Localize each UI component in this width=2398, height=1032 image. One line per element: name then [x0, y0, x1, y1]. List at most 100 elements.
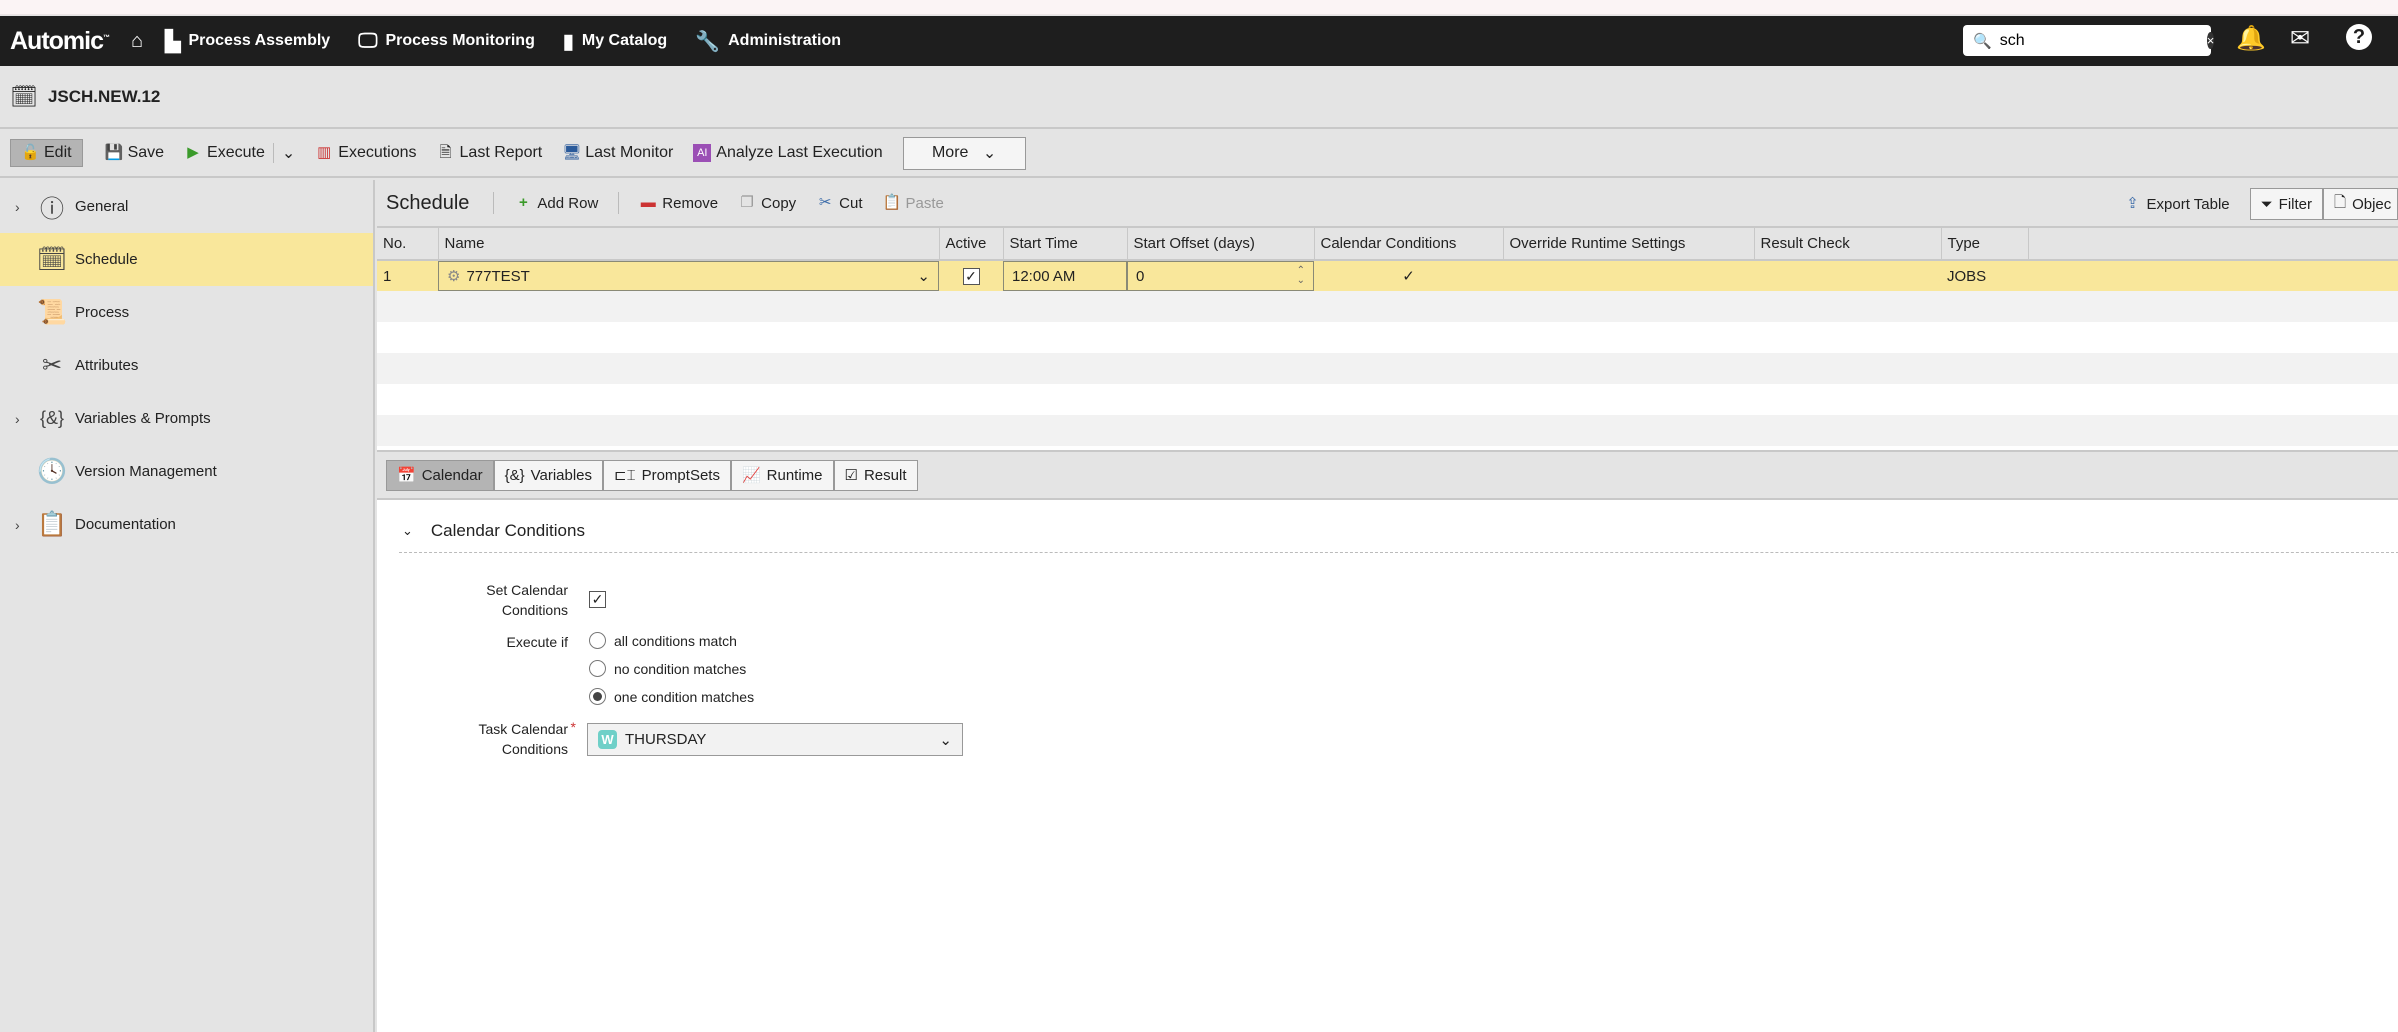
paste-icon: 📋: [882, 194, 902, 211]
monitor-icon: 🖵: [358, 29, 378, 52]
col-no[interactable]: No.: [377, 228, 439, 261]
tab-promptsets[interactable]: ⊏⌶ PromptSets: [603, 459, 731, 491]
section-title: Schedule: [386, 191, 470, 214]
tab-calendar[interactable]: 📅 Calendar: [386, 459, 494, 491]
radio-no-condition[interactable]: no condition matches: [589, 660, 746, 677]
tab-variables[interactable]: {&} Variables: [493, 459, 604, 491]
clipboard-icon: 📋: [37, 511, 67, 538]
cut-button[interactable]: ✂ Cut: [816, 194, 863, 212]
sidebar-item-schedule[interactable]: 🗓 Schedule: [0, 233, 373, 286]
nav-my-catalog[interactable]: ▮ My Catalog: [563, 29, 667, 54]
start-offset-stepper[interactable]: 0 ⌃ ⌄: [1127, 261, 1314, 291]
active-checkbox[interactable]: ✓: [962, 267, 980, 285]
analyze-button[interactable]: AI Analyze Last Execution: [693, 144, 883, 162]
copy-button[interactable]: ❐ Copy: [738, 194, 796, 212]
add-row-button[interactable]: + Add Row: [514, 194, 598, 212]
search-icon: 🔍: [1973, 32, 1992, 50]
help-icon[interactable]: ?: [2346, 24, 2372, 50]
checkbox-icon: ☑: [844, 467, 858, 484]
paste-button[interactable]: 📋 Paste: [883, 194, 944, 212]
edit-button[interactable]: 🔓 Edit: [10, 139, 83, 167]
home-icon[interactable]: ⌂: [131, 30, 143, 53]
start-time-input[interactable]: 12:00 AM: [1003, 261, 1127, 291]
execute-button[interactable]: ▶ Execute: [184, 144, 265, 162]
label: Remove: [662, 194, 719, 212]
unlock-icon: 🔓: [21, 144, 40, 161]
cell-no: 1: [377, 260, 438, 291]
sidebar-item-attributes[interactable]: ✂ Attributes: [0, 339, 373, 392]
minus-icon: ▬: [640, 194, 656, 211]
label: Schedule: [75, 251, 138, 268]
col-start-time[interactable]: Start Time: [1003, 228, 1128, 261]
nav-process-assembly[interactable]: ▙ Process Assembly: [165, 29, 330, 54]
tools-icon: ✂: [41, 352, 63, 379]
funnel-icon: ⏷: [2260, 195, 2273, 213]
search-input[interactable]: [1999, 31, 2207, 50]
mail-icon[interactable]: ✉: [2290, 24, 2310, 53]
schedule-toolbar: Schedule + Add Row ▬ Remove ❐ Copy ✂ Cut 📋 Pa…: [377, 180, 2398, 228]
value: 0: [1136, 267, 1145, 285]
empty-row: [377, 322, 2398, 353]
sidebar-item-general[interactable]: › ⓘ General: [0, 180, 373, 233]
col-start-offset[interactable]: Start Offset (days): [1127, 228, 1315, 261]
remove-button[interactable]: ▬ Remove: [639, 194, 718, 212]
promptset-icon: ⊏⌶: [614, 467, 636, 484]
empty-row: [377, 384, 2398, 415]
stepper-arrows-icon[interactable]: ⌃ ⌄: [1297, 266, 1305, 286]
label: General: [75, 198, 129, 215]
label: Task Calendar Conditions: [478, 721, 569, 757]
monitor-icon: 🖥: [562, 144, 582, 161]
chevron-down-icon: ⌄: [917, 268, 930, 285]
sidebar-item-documentation[interactable]: › 📋 Documentation: [0, 498, 373, 551]
nav-label: Administration: [728, 32, 841, 49]
col-override[interactable]: Override Runtime Settings: [1503, 228, 1755, 261]
object-button[interactable]: 🗋 Objec: [2323, 188, 2398, 220]
object-icon: 🗋: [2334, 193, 2347, 211]
empty-row: [377, 291, 2398, 322]
export-table-button[interactable]: ⇪ Export Table: [2124, 195, 2229, 213]
radio-one-condition[interactable]: one condition matches: [589, 688, 754, 705]
cell-empty: [2028, 260, 2398, 291]
last-report-button[interactable]: 🗎 Last Report: [437, 144, 543, 162]
bell-icon[interactable]: 🔔: [2236, 24, 2266, 53]
clock-icon: 🕓: [37, 458, 67, 485]
nav-process-monitoring[interactable]: 🖵 Process Monitoring: [358, 30, 535, 53]
task-calendar-label: Task Calendar Conditions *: [458, 719, 577, 759]
sidebar-item-variables[interactable]: › {&} Variables & Prompts: [0, 392, 373, 445]
save-button[interactable]: 💾 Save: [105, 144, 164, 162]
label: Objec: [2352, 195, 2392, 213]
runtime-chart-icon: 📈: [741, 467, 761, 484]
task-calendar-select[interactable]: W THURSDAY ⌄: [587, 723, 963, 756]
col-type[interactable]: Type: [1941, 228, 2029, 261]
last-monitor-button[interactable]: 🖥 Last Monitor: [562, 144, 673, 162]
calendar-badge-icon: W: [598, 730, 617, 749]
executions-button[interactable]: ▥ Executions: [315, 144, 416, 162]
nav-administration[interactable]: 🔧 Administration: [695, 29, 841, 54]
more-button[interactable]: More ⌄: [902, 136, 1026, 170]
set-calendar-checkbox[interactable]: ✓: [589, 591, 606, 608]
sidebar-item-process[interactable]: 📜 Process: [0, 286, 373, 339]
search-box[interactable]: 🔍 ×: [1963, 25, 2215, 56]
tab-runtime[interactable]: 📈 Runtime: [730, 459, 834, 491]
radio-all-conditions[interactable]: all conditions match: [589, 632, 737, 649]
clear-icon[interactable]: ×: [2206, 32, 2215, 49]
chevron-right-icon[interactable]: ›: [15, 199, 20, 215]
col-active[interactable]: Active: [939, 228, 1004, 261]
label: Last Monitor: [585, 144, 674, 161]
cell-override: [1503, 260, 1754, 291]
export-icon: ⇪: [2126, 195, 2139, 212]
calendar-conditions-header[interactable]: ⌄ Calendar Conditions: [402, 521, 585, 541]
col-calendar-conditions[interactable]: Calendar Conditions: [1314, 228, 1504, 261]
col-name[interactable]: Name: [438, 228, 940, 261]
col-result-check[interactable]: Result Check: [1754, 228, 1942, 261]
filter-button[interactable]: ⏷ Filter: [2249, 188, 2323, 220]
label: Version Management: [75, 463, 217, 480]
execute-dropdown[interactable]: ⌄: [272, 143, 295, 163]
chevron-right-icon[interactable]: ›: [15, 517, 20, 533]
tab-result[interactable]: ☑ Result: [833, 459, 918, 491]
name-select[interactable]: ⚙ 777TEST ⌄: [438, 261, 939, 291]
variables-icon: {&}: [39, 408, 65, 428]
chevron-right-icon[interactable]: ›: [15, 411, 20, 427]
table-row[interactable]: 1 ⚙ 777TEST ⌄ ✓ 12:00 AM 0 ⌃ ⌄ ✓ JOBS: [377, 260, 2398, 291]
sidebar-item-version-management[interactable]: 🕓 Version Management: [0, 445, 373, 498]
